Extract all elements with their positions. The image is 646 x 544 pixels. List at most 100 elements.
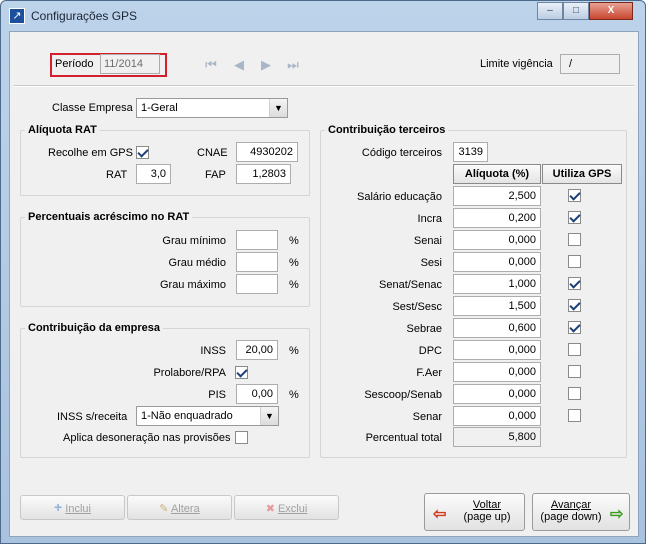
fap-label: FAP bbox=[205, 169, 226, 181]
aliquota-column-header: Alíquota (%) bbox=[453, 164, 541, 184]
edit-icon: ✎ bbox=[159, 503, 169, 515]
classe-empresa-label: Classe Empresa bbox=[52, 102, 133, 114]
terceiros-gps-checkbox-sest-sesc[interactable] bbox=[568, 299, 581, 312]
grau-medio-unit: % bbox=[289, 257, 299, 269]
plus-icon: + bbox=[54, 499, 63, 515]
terceiros-gps-checkbox-sesi[interactable] bbox=[568, 255, 581, 268]
percentual-total-label: Percentual total bbox=[365, 432, 442, 444]
voltar-sublabel: (page up) bbox=[463, 511, 511, 523]
window: ↗ Configurações GPS – □ X Período 11/201… bbox=[0, 0, 646, 544]
rat-field[interactable]: 3,0 bbox=[136, 164, 171, 184]
pis-field[interactable]: 0,00 bbox=[236, 384, 278, 404]
rat-label: RAT bbox=[106, 169, 128, 181]
terceiros-label-senar: Senar bbox=[412, 411, 442, 423]
terceiros-aliquota-incra[interactable]: 0,200 bbox=[453, 208, 541, 228]
terceiros-aliquota-sescoop-senab[interactable]: 0,000 bbox=[453, 384, 541, 404]
periodo-field[interactable]: 11/2014 bbox=[100, 54, 160, 74]
minimize-button[interactable]: – bbox=[537, 2, 563, 20]
previous-record-icon[interactable]: ◀ bbox=[231, 57, 247, 73]
terceiros-gps-checkbox-dpc[interactable] bbox=[568, 343, 581, 356]
chevron-down-icon: ▼ bbox=[269, 99, 287, 117]
last-record-icon[interactable]: ⏭ bbox=[285, 57, 301, 73]
aliquota-rat-title: Alíquota RAT bbox=[25, 124, 100, 136]
voltar-label: Voltar bbox=[472, 499, 502, 511]
delete-icon: ✖ bbox=[265, 503, 275, 515]
terceiros-label-dpc: DPC bbox=[418, 345, 442, 357]
inclui-button[interactable]: + Inclui bbox=[20, 495, 125, 520]
recolhe-gps-checkbox[interactable] bbox=[136, 146, 149, 159]
terceiros-label-senat-senac: Senat/Senac bbox=[379, 279, 442, 291]
classe-empresa-value: 1-Geral bbox=[141, 102, 178, 114]
classe-empresa-select[interactable]: 1-Geral ▼ bbox=[136, 98, 288, 118]
pis-unit: % bbox=[289, 389, 299, 401]
prolabore-checkbox[interactable] bbox=[235, 366, 248, 379]
terceiros-title: Contribuição terceiros bbox=[325, 124, 449, 136]
codigo-terceiros-label: Código terceiros bbox=[361, 147, 442, 159]
terceiros-gps-checkbox-salario-educacao[interactable] bbox=[568, 189, 581, 202]
close-button[interactable]: X bbox=[589, 2, 633, 20]
grau-minimo-unit: % bbox=[289, 235, 299, 247]
window-title: Configurações GPS bbox=[31, 9, 138, 23]
terceiros-aliquota-senar[interactable]: 0,000 bbox=[453, 406, 541, 426]
grau-medio-label: Grau médio bbox=[168, 257, 226, 269]
arrow-right-icon: ⇨ bbox=[610, 506, 624, 523]
chevron-down-icon: ▼ bbox=[260, 407, 278, 425]
terceiros-aliquota-salario-educacao[interactable]: 2,500 bbox=[453, 186, 541, 206]
inss-label: INSS bbox=[200, 345, 226, 357]
first-record-icon[interactable]: ⏮ bbox=[203, 57, 219, 73]
terceiros-gps-checkbox-senar[interactable] bbox=[568, 409, 581, 422]
utiliza-gps-column-header: Utiliza GPS bbox=[542, 164, 622, 184]
inss-receita-label: INSS s/receita bbox=[57, 411, 128, 423]
exclui-label: Exclui bbox=[277, 503, 308, 515]
terceiros-gps-checkbox-sescoop-senab[interactable] bbox=[568, 387, 581, 400]
terceiros-aliquota-senai[interactable]: 0,000 bbox=[453, 230, 541, 250]
desoneracao-label: Aplica desoneração nas provisões bbox=[63, 432, 231, 444]
arrow-left-icon: ⇦ bbox=[433, 506, 447, 523]
terceiros-aliquota-f-aer[interactable]: 0,000 bbox=[453, 362, 541, 382]
terceiros-gps-checkbox-senai[interactable] bbox=[568, 233, 581, 246]
terceiros-label-f-aer: F.Aer bbox=[416, 367, 442, 379]
grau-minimo-field[interactable] bbox=[236, 230, 278, 250]
limite-vigencia-field[interactable]: / bbox=[560, 54, 620, 74]
title-bar[interactable]: ↗ Configurações GPS – □ X bbox=[1, 1, 645, 31]
desoneracao-checkbox[interactable] bbox=[235, 431, 248, 444]
terceiros-aliquota-sesi[interactable]: 0,000 bbox=[453, 252, 541, 272]
next-record-icon[interactable]: ▶ bbox=[258, 57, 274, 73]
terceiros-aliquota-sebrae[interactable]: 0,600 bbox=[453, 318, 541, 338]
contribuicao-empresa-title: Contribuição da empresa bbox=[25, 322, 164, 334]
terceiros-label-incra: Incra bbox=[417, 213, 442, 225]
terceiros-aliquota-senat-senac[interactable]: 1,000 bbox=[453, 274, 541, 294]
inss-receita-select[interactable]: 1-Não enquadrado ▼ bbox=[136, 406, 279, 426]
grau-medio-field[interactable] bbox=[236, 252, 278, 272]
avancar-label: Avançar bbox=[550, 499, 592, 511]
terceiros-label-sebrae: Sebrae bbox=[406, 323, 442, 335]
prolabore-label: Prolabore/RPA bbox=[153, 367, 226, 379]
avancar-button[interactable]: Avançar (page down) ⇨ bbox=[532, 493, 630, 531]
exclui-button[interactable]: ✖ Exclui bbox=[234, 495, 339, 520]
limite-vigencia-label: Limite vigência bbox=[480, 58, 553, 70]
terceiros-aliquota-sest-sesc[interactable]: 1,500 bbox=[453, 296, 541, 316]
voltar-button[interactable]: ⇦ Voltar (page up) bbox=[424, 493, 525, 531]
altera-button[interactable]: ✎ Altera bbox=[127, 495, 232, 520]
terceiros-label-salario-educacao: Salário educação bbox=[356, 191, 442, 203]
header-divider bbox=[14, 85, 634, 87]
grau-maximo-field[interactable] bbox=[236, 274, 278, 294]
cnae-label: CNAE bbox=[197, 147, 228, 159]
maximize-button[interactable]: □ bbox=[563, 2, 589, 20]
grau-maximo-unit: % bbox=[289, 279, 299, 291]
terceiros-gps-checkbox-f-aer[interactable] bbox=[568, 365, 581, 378]
codigo-terceiros-field[interactable]: 3139 bbox=[453, 142, 488, 162]
pis-label: PIS bbox=[208, 389, 226, 401]
terceiros-aliquota-dpc[interactable]: 0,000 bbox=[453, 340, 541, 360]
cnae-field[interactable]: 4930202 bbox=[236, 142, 298, 162]
terceiros-gps-checkbox-incra[interactable] bbox=[568, 211, 581, 224]
aliquota-rat-group: Alíquota RAT bbox=[20, 124, 310, 196]
terceiros-gps-checkbox-senat-senac[interactable] bbox=[568, 277, 581, 290]
grau-maximo-label: Grau máximo bbox=[159, 279, 226, 291]
terceiros-label-senai: Senai bbox=[413, 235, 442, 247]
inss-field[interactable]: 20,00 bbox=[236, 340, 278, 360]
periodo-label: Período bbox=[55, 58, 94, 70]
terceiros-gps-checkbox-sebrae[interactable] bbox=[568, 321, 581, 334]
fap-field[interactable]: 1,2803 bbox=[236, 164, 291, 184]
avancar-text: Avançar (page down) bbox=[535, 499, 607, 523]
